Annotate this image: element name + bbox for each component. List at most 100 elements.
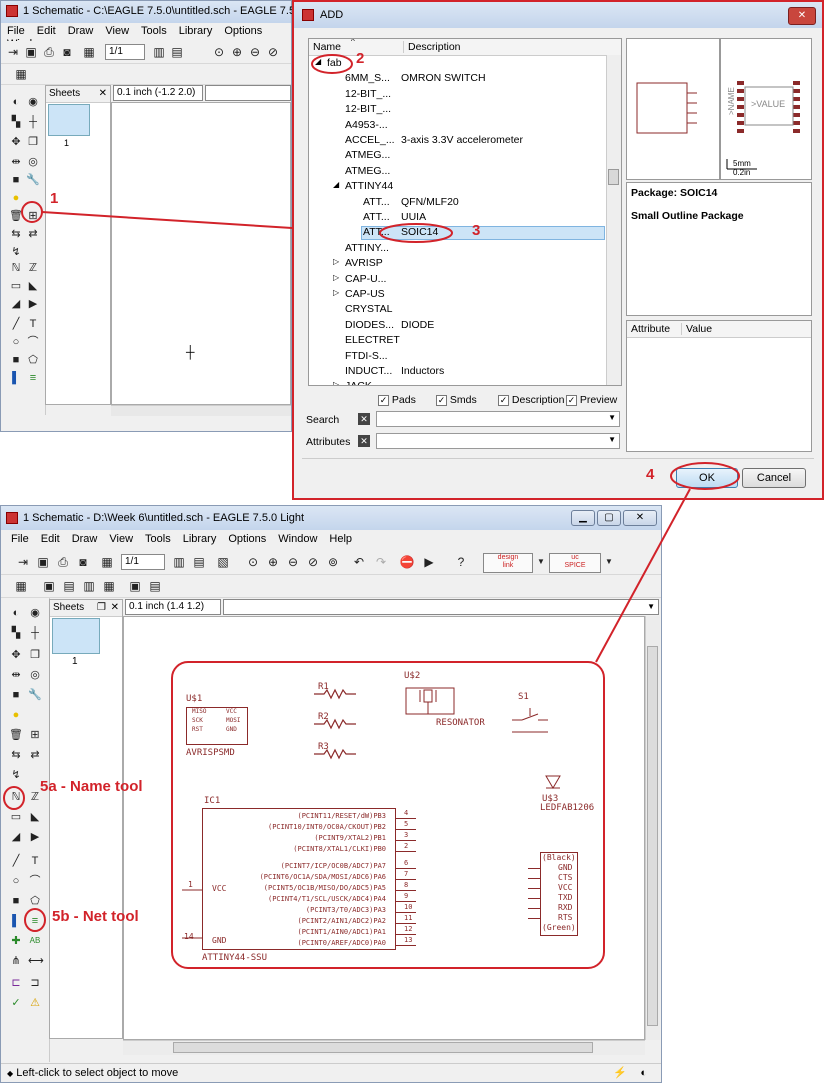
print-icon[interactable]: ⎙ (41, 44, 57, 60)
tree-row[interactable]: 12-BIT_... (309, 88, 607, 103)
sheet-thumbnail[interactable] (52, 618, 100, 654)
cancel-button[interactable]: Cancel (742, 468, 806, 488)
mark-icon[interactable]: ┼ (26, 115, 40, 129)
light-icon[interactable]: ● (9, 708, 23, 722)
ulp-icon[interactable]: ▤ (191, 554, 207, 570)
top-hscrollbar[interactable] (111, 405, 291, 416)
redo-icon[interactable]: ↷ (373, 554, 389, 570)
attributes-clear-icon[interactable]: ✕ (358, 435, 370, 447)
zoom-in-icon[interactable]: ⊕ (265, 554, 281, 570)
replace-icon[interactable]: ⇆ (9, 227, 23, 241)
column-attribute[interactable]: Attribute (631, 323, 670, 335)
eye-icon[interactable]: ◉ (28, 606, 42, 620)
circle-icon[interactable]: ○ (9, 335, 23, 349)
column-description[interactable]: Description (403, 41, 461, 53)
zoom-out-icon[interactable]: ⊖ (247, 44, 263, 60)
smds-checkbox[interactable]: ✓ Smds (436, 394, 477, 406)
save-icon[interactable]: ▣ (23, 44, 39, 60)
zoom-fit-icon[interactable]: ⊙ (245, 554, 261, 570)
column-name[interactable]: Name (313, 41, 341, 53)
bottom-hscrollbar[interactable] (123, 1040, 645, 1055)
change-icon[interactable]: ◢ (9, 297, 23, 311)
layer-icon[interactable]: ▚ (9, 626, 23, 640)
open-icon[interactable]: ⇥ (15, 554, 31, 570)
save-icon[interactable]: ▣ (35, 554, 51, 570)
tree-row[interactable]: ▷ JACK (309, 380, 607, 385)
split-icon[interactable]: ↯ (9, 768, 23, 782)
search-dropdown-icon[interactable]: ▼ (608, 413, 616, 422)
split-icon[interactable]: ↯ (9, 245, 23, 259)
tree-row[interactable]: FTDI-S... (309, 350, 607, 365)
menu-tools[interactable]: Tools (135, 24, 173, 37)
sheets-close-icon[interactable]: ✕ (111, 600, 119, 616)
copy-icon[interactable]: ❐ (28, 648, 42, 662)
top-zoom-select[interactable]: 1/1 (105, 44, 145, 60)
open-icon[interactable]: ⇥ (5, 44, 21, 60)
spice-button[interactable]: uc SPICE (549, 553, 601, 573)
rotate-icon[interactable]: ◎ (28, 668, 42, 682)
collapse-icon[interactable]: ◢ (333, 180, 339, 189)
tree-row[interactable]: ATMEG... (309, 165, 607, 180)
tree-row[interactable]: ATMEG... (309, 149, 607, 164)
sheets-close-icon[interactable]: ✕ (99, 86, 107, 102)
miter-icon[interactable]: ◣ (26, 279, 40, 293)
search-clear-icon[interactable]: ✕ (358, 413, 370, 425)
pads-checkbox[interactable]: ✓ Pads (378, 394, 416, 406)
wire-icon[interactable]: ╱ (9, 317, 23, 331)
bus-icon[interactable]: ▌ (9, 914, 23, 928)
gate-icon[interactable]: ⇄ (26, 227, 40, 241)
sheet-icon[interactable]: ▦ (81, 44, 97, 60)
bus-icon[interactable]: ▌ (9, 371, 23, 385)
add-part-icon[interactable]: ⊞ (26, 209, 40, 223)
info-icon[interactable]: ◐ (9, 606, 23, 620)
zoom-select-icon[interactable]: ⊘ (305, 554, 321, 570)
stop-command-icon[interactable]: ◐ (640, 1064, 647, 1082)
add-dialog-titlebar[interactable]: ADD ✕ (294, 2, 822, 28)
zoom-fit-icon[interactable]: ⊙ (211, 44, 227, 60)
name-tool-icon[interactable]: ℕ (9, 790, 23, 804)
rotate-icon[interactable]: ◎ (26, 155, 40, 169)
zoom-in-icon[interactable]: ⊕ (229, 44, 245, 60)
move-icon[interactable]: ✥ (9, 135, 23, 149)
menu-draw[interactable]: Draw (62, 24, 100, 37)
gate-icon[interactable]: ⇄ (28, 748, 42, 762)
expand-icon[interactable]: ▷ (333, 257, 339, 266)
move-icon[interactable]: ✥ (9, 648, 23, 662)
tree-scroll-thumb[interactable] (608, 169, 619, 185)
layout-icon-2[interactable]: ▤ (61, 578, 77, 594)
layout-icon-6[interactable]: ▤ (147, 578, 163, 594)
expand-icon[interactable]: ▷ (333, 273, 339, 282)
light-icon[interactable]: ● (9, 191, 23, 205)
zoom-out-icon[interactable]: ⊖ (285, 554, 301, 570)
menu-library[interactable]: Library (173, 24, 219, 37)
menu-file[interactable]: File (1, 532, 35, 545)
mirror-icon[interactable]: ⇹ (9, 668, 23, 682)
dimension-icon[interactable]: ⟷ (28, 954, 44, 968)
polygon-icon[interactable]: ⬠ (28, 894, 42, 908)
junction-icon[interactable]: ✚ (9, 934, 23, 948)
wire-icon[interactable]: ╱ (9, 854, 23, 868)
erc-icon[interactable]: ✓ (9, 996, 23, 1010)
cam-icon[interactable]: ◙ (75, 554, 91, 570)
bottom-window-titlebar[interactable]: 1 Schematic - D:\Week 6\untitled.sch - E… (1, 506, 661, 530)
tree-row[interactable]: ◢ fab (309, 57, 607, 72)
command-dropdown-icon[interactable]: ▼ (647, 600, 655, 614)
info-icon[interactable]: ◐ (9, 95, 23, 109)
undo-icon[interactable]: ↶ (351, 554, 367, 570)
menu-tools[interactable]: Tools (139, 532, 177, 545)
expand-icon[interactable]: ▷ (333, 288, 339, 297)
tree-row[interactable]: ATT... QFN/MLF20 (309, 196, 607, 211)
tree-row[interactable]: 12-BIT_... (309, 103, 607, 118)
wrench-icon[interactable]: 🔧 (26, 173, 40, 187)
minimize-icon[interactable]: ▁ (571, 510, 595, 526)
ulp-icon[interactable]: ▤ (169, 44, 185, 60)
layer-icon[interactable]: ▚ (9, 115, 23, 129)
bottom-drawing-canvas[interactable] (123, 616, 645, 1040)
pinswap-icon[interactable]: ▶ (28, 830, 42, 844)
menu-library[interactable]: Library (177, 532, 223, 545)
attributes-dropdown-icon[interactable]: ▼ (608, 435, 616, 444)
smash-icon[interactable]: ▭ (9, 279, 23, 293)
mark-icon[interactable]: ┼ (28, 626, 42, 640)
spice-dropdown-icon[interactable]: ▼ (601, 554, 617, 570)
frame-icon[interactable]: ⊏ (9, 976, 23, 990)
